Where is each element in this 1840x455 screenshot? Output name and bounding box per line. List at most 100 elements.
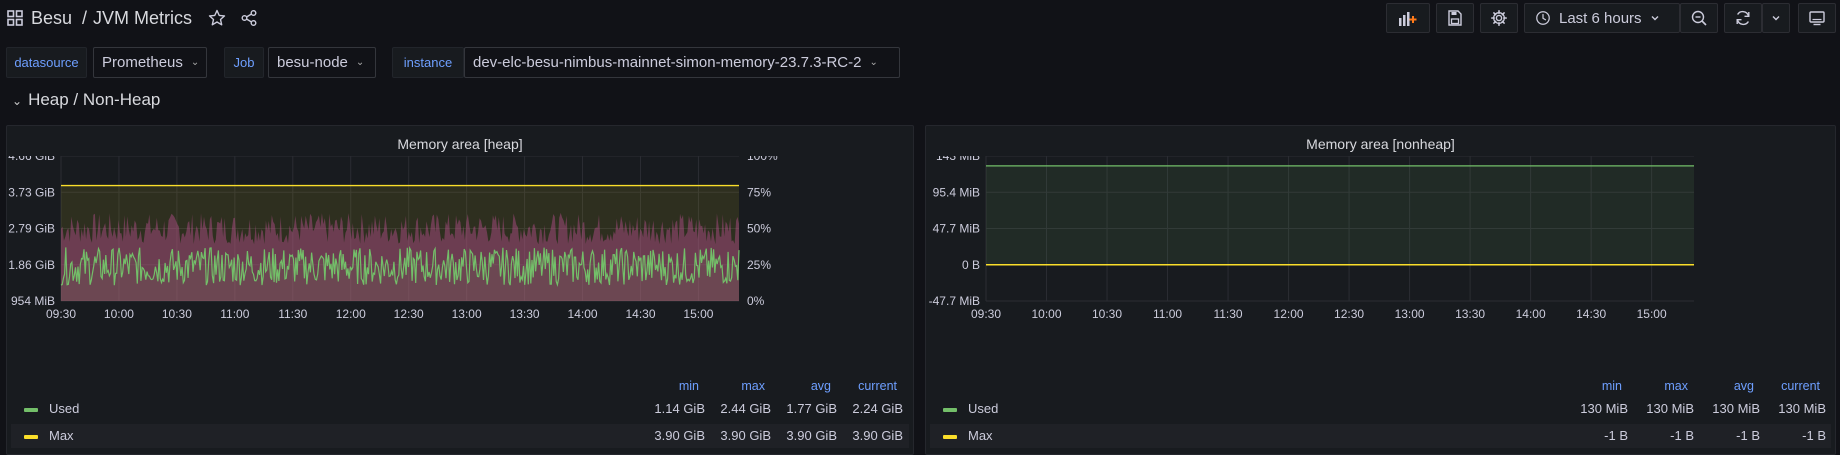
gear-icon <box>1491 10 1507 26</box>
x-tick-label: 10:30 <box>1092 307 1122 321</box>
x-tick-label: 11:00 <box>220 307 249 321</box>
legend-swatch <box>24 408 38 412</box>
y-right-tick-label: 50% <box>747 222 771 236</box>
y-tick-label: 954 MiB <box>11 294 55 308</box>
legend-row-used[interactable]: Used 1.14 GiB 2.44 GiB 1.77 GiB 2.24 GiB <box>11 397 909 421</box>
x-tick-label: 11:00 <box>1153 307 1182 321</box>
variable-value: dev-elc-besu-nimbus-mainnet-simon-memory… <box>473 54 862 71</box>
y-right-tick-label: 0% <box>747 294 765 308</box>
time-range-label: Last 6 hours <box>1559 9 1642 27</box>
x-tick-label: 12:30 <box>1334 307 1364 321</box>
y-right-tick-label: 100% <box>747 156 778 163</box>
row-title: Heap / Non-Heap <box>28 90 161 109</box>
variable-label-instance: instance <box>392 47 464 78</box>
apps-grid-icon[interactable] <box>6 9 24 27</box>
x-tick-label: 12:30 <box>394 307 424 321</box>
x-tick-label: 10:00 <box>1031 307 1061 321</box>
x-tick-label: 15:00 <box>1637 307 1667 321</box>
dashboard-settings-button[interactable] <box>1480 3 1518 33</box>
y-tick-label: 95.4 MiB <box>933 185 980 199</box>
x-tick-label: 09:30 <box>46 307 76 321</box>
variable-select-job[interactable]: besu-node ⌄ <box>268 47 376 78</box>
dashboard-title[interactable]: JVM Metrics <box>93 8 192 29</box>
legend-series-name: Max <box>49 428 74 443</box>
variable-select-instance[interactable]: dev-elc-besu-nimbus-mainnet-simon-memory… <box>464 47 900 78</box>
legend-header-avg[interactable]: avg <box>759 379 831 393</box>
refresh-interval-dropdown[interactable] <box>1762 3 1790 33</box>
variable-label-datasource: datasource <box>6 47 87 78</box>
x-tick-label: 14:00 <box>1516 307 1546 321</box>
x-tick-label: 14:30 <box>1576 307 1606 321</box>
y-right-tick-label: 75% <box>747 185 771 199</box>
variable-label-job: Job <box>224 47 264 78</box>
y-tick-label: 2.79 GiB <box>8 222 55 236</box>
heap-chart[interactable]: 954 MiB 1.86 GiB 2.79 GiB 3.73 GiB 4.66 GiB 0… <box>7 156 913 376</box>
legend-row-used[interactable]: Used 130 MiB 130 MiB 130 MiB 130 MiB <box>930 397 1831 421</box>
save-icon <box>1448 10 1462 26</box>
chevron-down-icon <box>1772 16 1780 21</box>
legend-swatch <box>24 435 38 439</box>
legend-header-avg[interactable]: avg <box>1682 379 1754 393</box>
star-icon[interactable] <box>208 9 226 27</box>
clock-icon <box>1536 11 1550 25</box>
x-tick-label: 09:30 <box>971 307 1001 321</box>
breadcrumb-separator: / <box>82 8 88 28</box>
panel-memory-heap[interactable]: Memory area [heap] 954 MiB 1.86 GiB 2.79 G… <box>6 125 914 455</box>
panel-title[interactable]: Memory area [heap] <box>7 136 913 152</box>
refresh-button[interactable] <box>1724 3 1762 33</box>
legend-swatch <box>943 408 957 412</box>
share-icon[interactable] <box>240 9 258 27</box>
breadcrumb-folder[interactable]: Besu <box>31 8 72 29</box>
panel-title[interactable]: Memory area [nonheap] <box>926 136 1835 152</box>
legend-header-current[interactable]: current <box>825 379 897 393</box>
x-tick-label: 15:00 <box>683 307 713 321</box>
chevron-down-icon: ⌄ <box>12 94 23 108</box>
legend-current: 2.24 GiB <box>852 401 903 416</box>
template-variables-bar: datasource Prometheus ⌄ Job besu-node ⌄ in… <box>0 46 1840 80</box>
legend-swatch <box>943 435 957 439</box>
y-tick-label: 143 MiB <box>936 156 980 163</box>
legend-header-max[interactable]: max <box>693 379 765 393</box>
legend-header-max[interactable]: max <box>1616 379 1688 393</box>
legend-row-max[interactable]: Max 3.90 GiB 3.90 GiB 3.90 GiB 3.90 GiB <box>11 424 909 448</box>
zoom-out-button[interactable] <box>1680 3 1718 33</box>
dashboard-topbar: Besu / JVM Metrics Last 6 hours <box>0 0 1840 40</box>
legend-row-max[interactable]: Max -1 B -1 B -1 B -1 B <box>930 424 1831 448</box>
refresh-icon <box>1736 10 1750 26</box>
x-tick-label: 13:00 <box>452 307 482 321</box>
zoom-out-icon <box>1691 10 1707 26</box>
y-tick-label: 47.7 MiB <box>933 222 980 236</box>
variable-value: besu-node <box>277 54 348 71</box>
x-tick-label: 13:30 <box>510 307 540 321</box>
x-tick-label: 10:00 <box>104 307 134 321</box>
x-tick-label: 13:00 <box>1395 307 1425 321</box>
x-tick-label: 13:30 <box>1455 307 1485 321</box>
variable-value: Prometheus <box>102 54 183 71</box>
legend-current: -1 B <box>1802 428 1826 443</box>
y-tick-label: 1.86 GiB <box>8 258 55 272</box>
legend-current: 3.90 GiB <box>852 428 903 443</box>
x-tick-label: 11:30 <box>278 307 307 321</box>
add-panel-icon <box>1399 12 1417 26</box>
chevron-down-icon: ⌄ <box>355 57 365 68</box>
x-tick-label: 14:00 <box>568 307 598 321</box>
x-tick-label: 14:30 <box>625 307 655 321</box>
variable-select-datasource[interactable]: Prometheus ⌄ <box>93 47 207 78</box>
add-panel-button[interactable] <box>1386 3 1430 33</box>
chevron-down-icon <box>1651 16 1659 21</box>
x-tick-label: 12:00 <box>336 307 366 321</box>
chevron-down-icon: ⌄ <box>869 57 878 68</box>
save-dashboard-button[interactable] <box>1436 3 1474 33</box>
legend-current: 130 MiB <box>1778 401 1826 416</box>
y-tick-label: 4.66 GiB <box>8 156 55 163</box>
used-series-area <box>986 165 1694 265</box>
time-range-picker[interactable]: Last 6 hours <box>1524 3 1680 33</box>
nonheap-chart[interactable]: -47.7 MiB 0 B 47.7 MiB 95.4 MiB 143 MiB 09:30… <box>926 156 1835 376</box>
tv-mode-button[interactable] <box>1798 3 1836 33</box>
panel-memory-nonheap[interactable]: Memory area [nonheap] -47.7 MiB 0 B 47.7 M… <box>925 125 1836 455</box>
legend-header-min[interactable]: min <box>627 379 699 393</box>
monitor-icon <box>1809 11 1825 26</box>
legend-header-min[interactable]: min <box>1550 379 1622 393</box>
legend-header-current[interactable]: current <box>1748 379 1820 393</box>
row-header-heap-nonheap[interactable]: ⌄ Heap / Non-Heap <box>12 90 160 110</box>
